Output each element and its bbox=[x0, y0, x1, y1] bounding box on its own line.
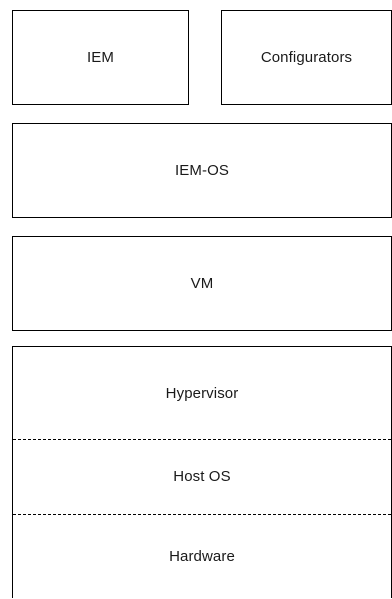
iem-label: IEM bbox=[87, 49, 114, 66]
architecture-diagram: IEM Configurators IEM-OS VM Hypervisor H… bbox=[0, 0, 392, 598]
configurators-box: Configurators bbox=[221, 10, 392, 105]
iem-box: IEM bbox=[12, 10, 189, 105]
hypervisor-layer: Hypervisor bbox=[13, 347, 391, 439]
configurators-label: Configurators bbox=[260, 49, 353, 66]
iem-os-label: IEM-OS bbox=[175, 162, 229, 179]
host-os-label: Host OS bbox=[173, 468, 231, 485]
vm-label: VM bbox=[190, 275, 214, 292]
hypervisor-label: Hypervisor bbox=[165, 384, 239, 402]
hardware-layer: Hardware bbox=[13, 514, 391, 599]
host-os-layer: Host OS bbox=[13, 439, 391, 514]
vm-box: VM bbox=[12, 236, 392, 331]
hardware-label: Hardware bbox=[169, 548, 235, 565]
host-stack-box: Hypervisor Host OS Hardware bbox=[12, 346, 392, 598]
iem-os-box: IEM-OS bbox=[12, 123, 392, 218]
